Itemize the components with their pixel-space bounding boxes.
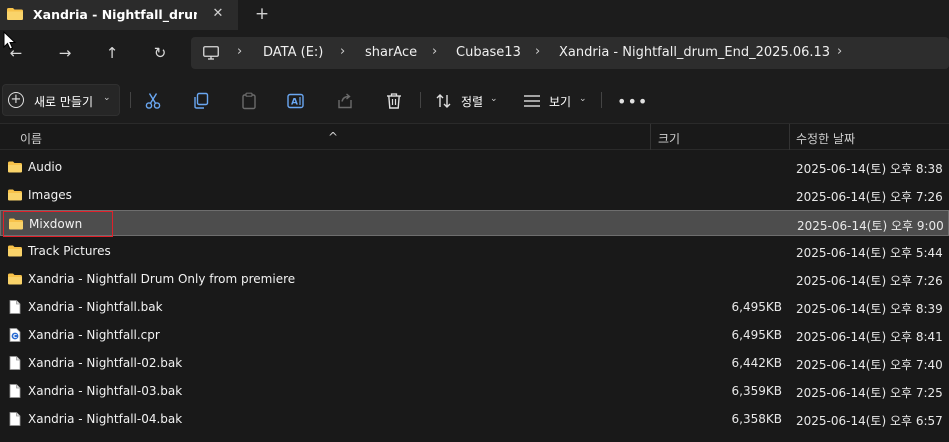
file-name: Xandria - Nightfall.bak: [28, 300, 163, 314]
file-row[interactable]: Track Pictures 2025-06-14(토) 오후 5:44: [0, 238, 949, 264]
file-name: Mixdown: [29, 217, 83, 231]
share-icon[interactable]: [336, 92, 354, 110]
address-bar[interactable]: › DATA (E:) › sharAce › Cubase13 › Xandr…: [191, 37, 949, 69]
file-row[interactable]: Images 2025-06-14(토) 오후 7:26: [0, 182, 949, 208]
view-list-icon: [524, 95, 540, 107]
file-size: 6,442KB: [731, 356, 782, 370]
file-row[interactable]: Xandria - Nightfall-03.bak 6,359KB 2025-06…: [0, 378, 949, 404]
file-row[interactable]: Xandria - Nightfall-02.bak 6,442KB 2025-06…: [0, 350, 949, 376]
column-divider[interactable]: [789, 124, 790, 150]
cubase-project-icon: C: [8, 328, 22, 342]
file-row[interactable]: C Xandria - Nightfall.cpr 6,495KB 2025-06-1…: [0, 322, 949, 348]
file-date: 2025-06-14(토) 오후 7:40: [796, 358, 943, 372]
file-date: 2025-06-14(토) 오후 8:41: [796, 330, 943, 344]
chevron-right-icon: ›: [535, 44, 541, 59]
file-name: Track Pictures: [28, 244, 111, 258]
breadcrumb-item[interactable]: DATA (E:): [263, 45, 323, 60]
new-button[interactable]: + 새로 만들기 ⌄: [2, 84, 120, 116]
divider: [420, 92, 421, 108]
paste-icon[interactable]: [240, 92, 258, 110]
file-row[interactable]: Xandria - Nightfall-04.bak 6,358KB 2025-06…: [0, 406, 949, 432]
folder-icon: [8, 160, 22, 174]
sort-ascending-icon: ^: [328, 130, 339, 144]
cut-icon[interactable]: [144, 92, 162, 110]
folder-icon: [8, 244, 22, 258]
plus-icon[interactable]: +: [252, 4, 272, 24]
file-row[interactable]: Xandria - Nightfall Drum Only from premi…: [0, 266, 949, 292]
chevron-right-icon[interactable]: ›: [837, 44, 842, 59]
tab-title: Xandria - Nightfall_drum_End_2025.06.13: [33, 7, 197, 22]
file-date: 2025-06-14(토) 오후 7:26: [796, 190, 943, 204]
column-header-row: ^ 이름 크기 수정한 날짜: [0, 124, 949, 150]
column-divider[interactable]: [650, 124, 651, 150]
folder-icon: [8, 272, 22, 286]
file-row[interactable]: Mixdown 2025-06-14(토) 오후 9:00: [0, 210, 949, 236]
file-icon: [8, 356, 22, 370]
breadcrumb-item[interactable]: Cubase13: [456, 45, 521, 60]
computer-icon: [203, 46, 219, 60]
file-icon: [8, 300, 22, 314]
file-date: 2025-06-14(토) 오후 9:00: [797, 219, 944, 233]
navigation-bar: ← → ↑ ↻ › DATA (E:) › sharAce › Cubase13…: [0, 30, 949, 76]
file-name: Xandria - Nightfall Drum Only from premi…: [28, 272, 296, 286]
arrow-right-icon[interactable]: →: [54, 42, 76, 64]
chevron-down-icon: ⌄: [103, 93, 111, 103]
file-name: Xandria - Nightfall.cpr: [28, 328, 160, 342]
file-date: 2025-06-14(토) 오후 7:25: [796, 386, 943, 400]
file-icon: [8, 412, 22, 426]
chevron-right-icon: ›: [432, 44, 438, 59]
divider: [130, 92, 131, 108]
file-date: 2025-06-14(토) 오후 6:57: [796, 414, 943, 428]
trash-icon[interactable]: [385, 92, 403, 110]
folder-icon: [9, 217, 23, 231]
file-name: Images: [28, 188, 72, 202]
more-options-icon[interactable]: •••: [617, 92, 648, 111]
arrow-up-icon[interactable]: ↑: [101, 42, 123, 64]
folder-icon: [8, 188, 22, 202]
file-name: Audio: [28, 160, 63, 174]
file-size: 6,495KB: [731, 300, 782, 314]
file-date: 2025-06-14(토) 오후 8:38: [796, 162, 943, 176]
chevron-down-icon: ⌄: [490, 94, 498, 104]
file-size: 6,495KB: [731, 328, 782, 342]
refresh-icon[interactable]: ↻: [149, 42, 171, 64]
column-header-date[interactable]: 수정한 날짜: [796, 130, 855, 147]
close-icon[interactable]: ✕: [210, 6, 226, 22]
file-icon: [8, 384, 22, 398]
file-name: Xandria - Nightfall-02.bak: [28, 356, 183, 370]
rename-icon[interactable]: A: [287, 92, 305, 110]
svg-text:A: A: [291, 98, 298, 108]
new-button-label: 새로 만들기: [34, 95, 94, 109]
plus-circle-icon: +: [8, 92, 24, 108]
tab-bar: Xandria - Nightfall_drum_End_2025.06.13 …: [0, 0, 949, 30]
file-row[interactable]: Xandria - Nightfall.bak 6,495KB 2025-06-14…: [0, 294, 949, 320]
folder-icon: [7, 8, 23, 20]
sort-icon: [436, 94, 451, 108]
breadcrumb-item[interactable]: sharAce: [365, 45, 417, 60]
divider: [601, 92, 602, 108]
column-header-name[interactable]: 이름: [20, 130, 42, 147]
chevron-right-icon: ›: [340, 44, 346, 59]
file-row[interactable]: Audio 2025-06-14(토) 오후 8:38: [0, 154, 949, 180]
file-name: Xandria - Nightfall-04.bak: [28, 412, 183, 426]
column-header-size[interactable]: 크기: [658, 130, 680, 147]
chevron-right-icon: ›: [237, 44, 243, 59]
sort-label: 정렬: [461, 95, 484, 109]
mouse-cursor-icon: [3, 31, 17, 50]
chevron-down-icon: ⌄: [579, 94, 587, 104]
breadcrumb-item[interactable]: Xandria - Nightfall_drum_End_2025.06.13: [559, 45, 830, 60]
file-size: 6,358KB: [731, 412, 782, 426]
command-bar: + 새로 만들기 ⌄ A 정렬 ⌄ 보기 ⌄ •••: [0, 76, 949, 124]
file-size: 6,359KB: [731, 384, 782, 398]
svg-text:C: C: [13, 334, 17, 340]
file-name: Xandria - Nightfall-03.bak: [28, 384, 183, 398]
file-date: 2025-06-14(토) 오후 8:39: [796, 302, 943, 316]
file-date: 2025-06-14(토) 오후 7:26: [796, 274, 943, 288]
tab-active[interactable]: Xandria - Nightfall_drum_End_2025.06.13 …: [0, 0, 238, 30]
copy-icon[interactable]: [192, 92, 210, 110]
file-date: 2025-06-14(토) 오후 5:44: [796, 246, 943, 260]
view-label: 보기: [549, 95, 572, 109]
